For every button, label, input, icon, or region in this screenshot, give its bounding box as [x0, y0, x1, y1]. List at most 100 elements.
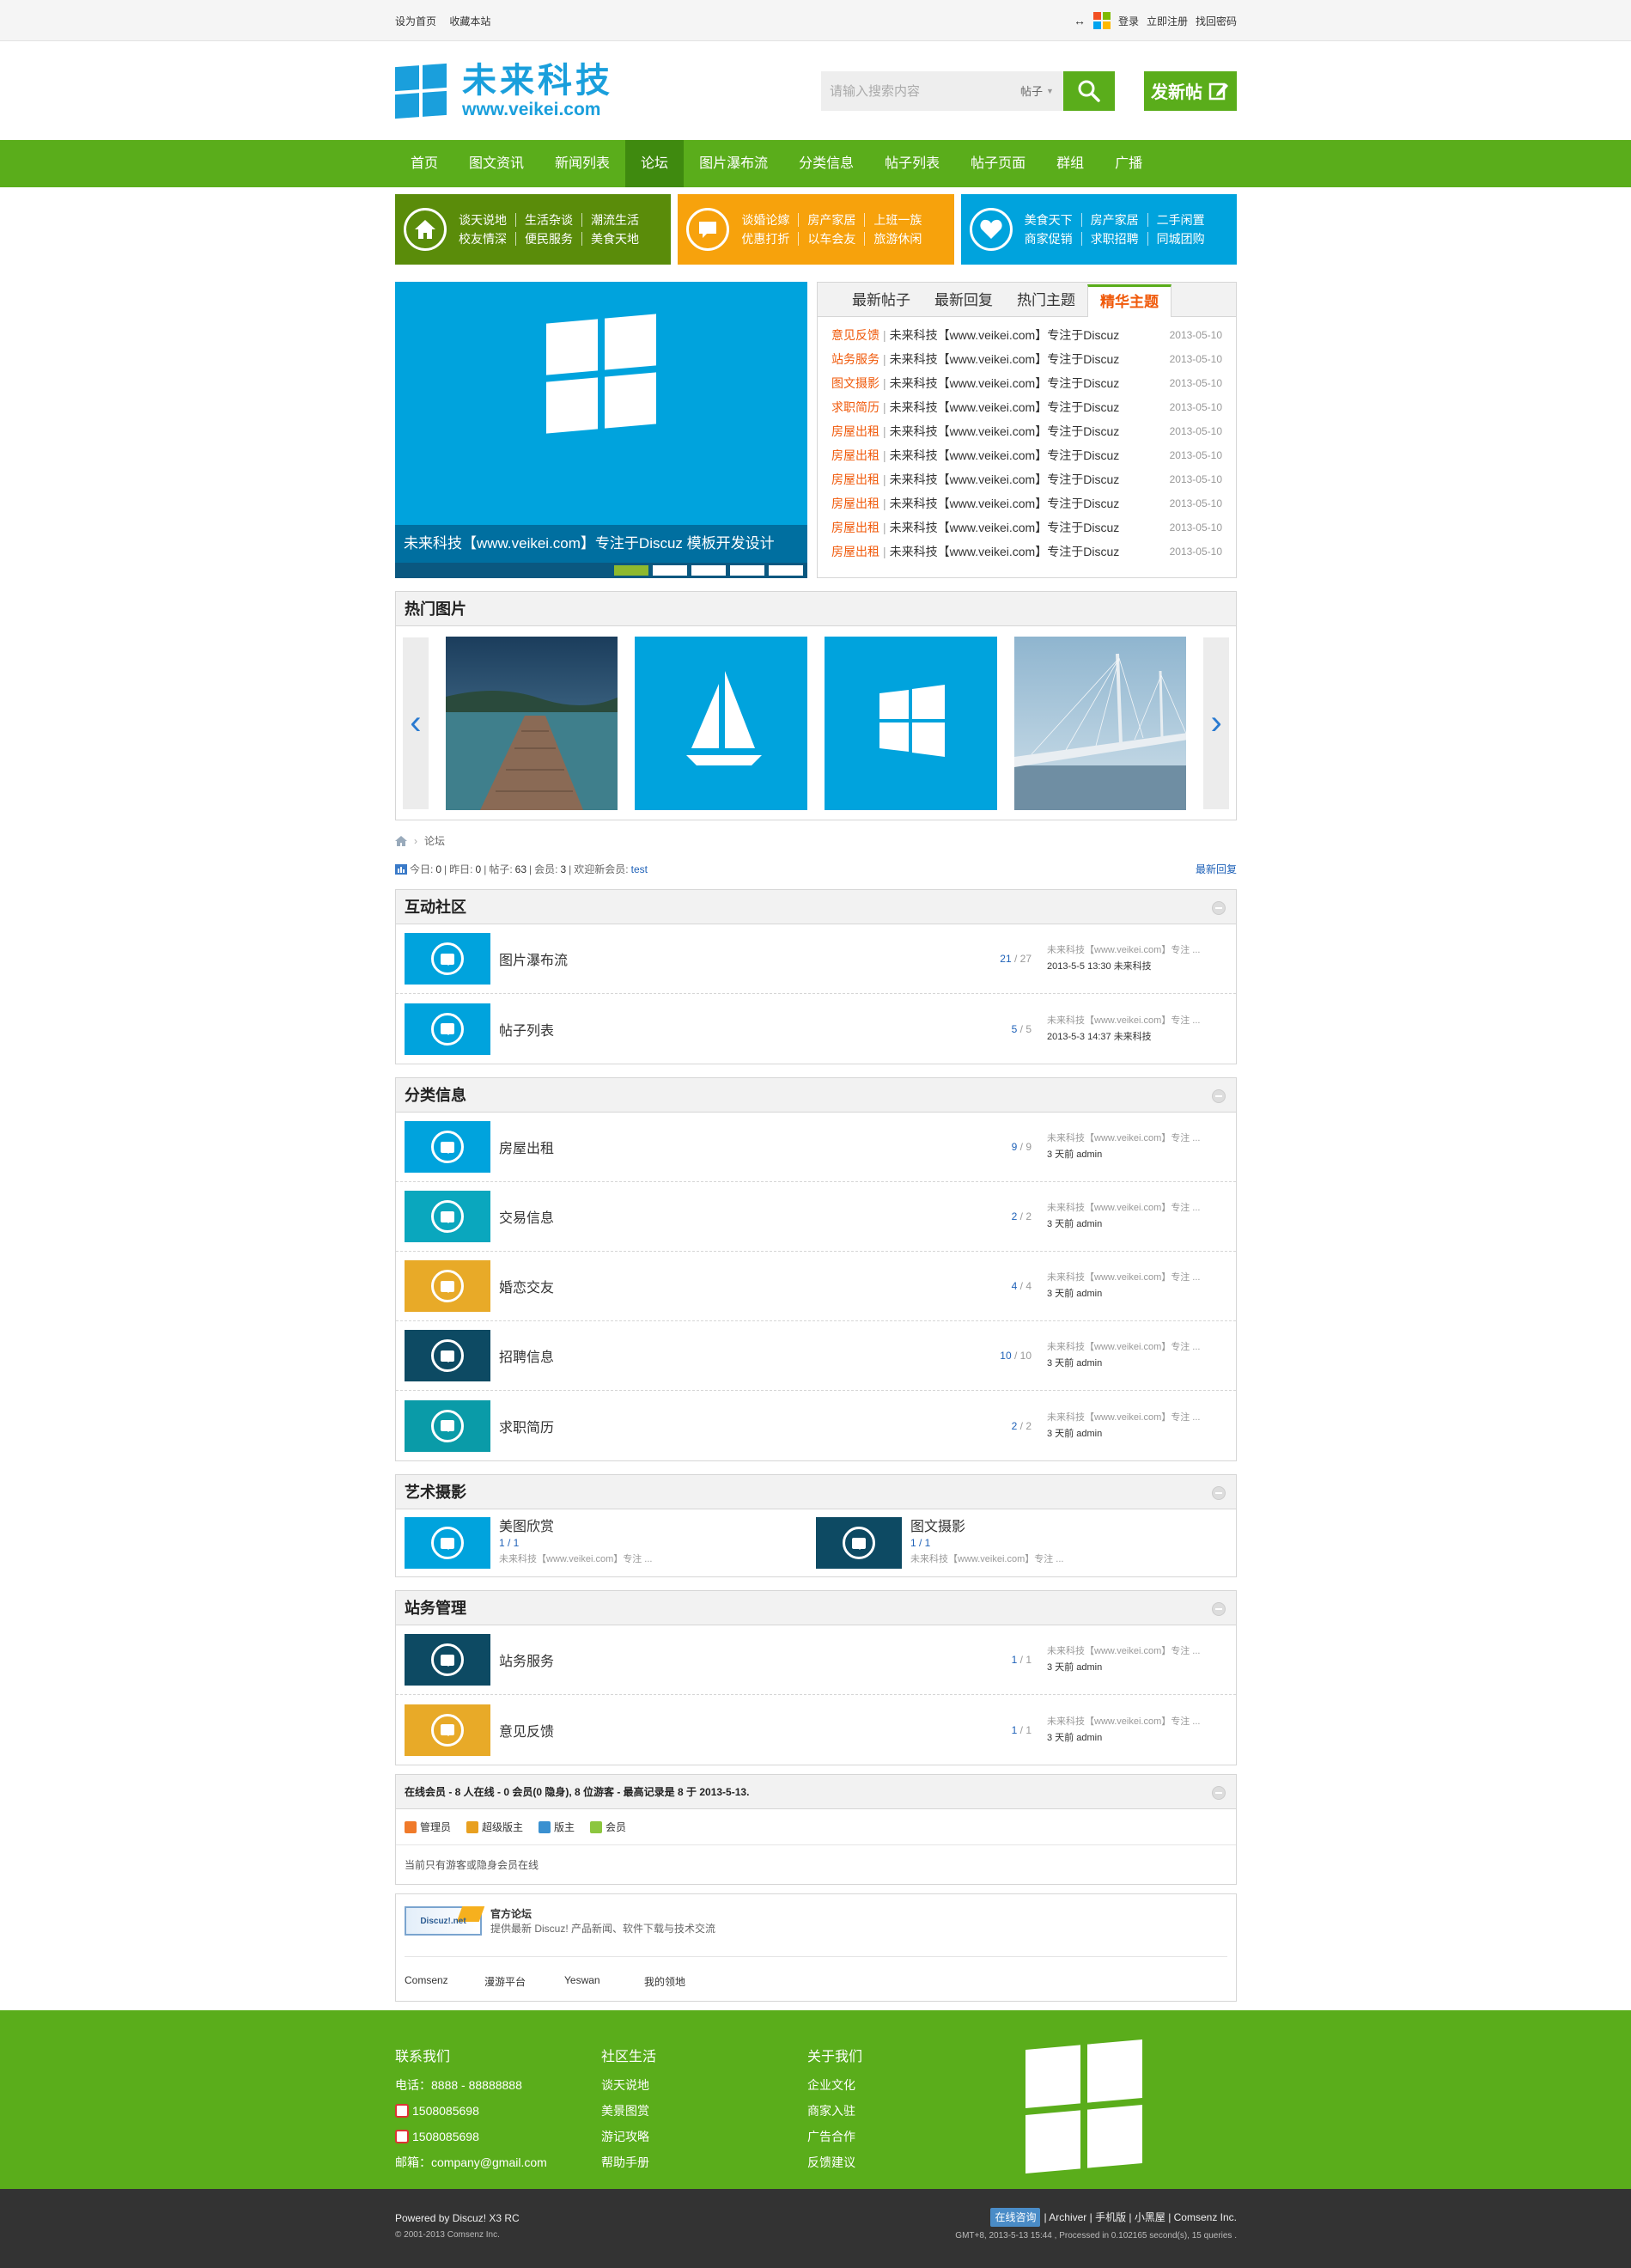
forum-row[interactable]: 站务服务 1 / 1 未来科技【www.veikei.com】专注 ... 3 天前 … — [396, 1625, 1236, 1695]
qq-icon[interactable] — [395, 2104, 409, 2118]
footer-link[interactable]: 企业文化 — [807, 2072, 862, 2098]
friend-link[interactable]: 漫游平台 — [484, 1974, 564, 1989]
footer-link[interactable]: 谈天说地 — [601, 2072, 656, 2098]
hot-picture-sailboat[interactable] — [635, 636, 808, 810]
forum-row[interactable]: 婚恋交友 4 / 4 未来科技【www.veikei.com】专注 ... 3 天前 … — [396, 1252, 1236, 1321]
thread-title[interactable]: 未来科技【www.veikei.com】专注于Discuz — [890, 326, 1170, 344]
forum-icon[interactable] — [405, 1330, 490, 1381]
quick-link[interactable]: 房产家居 — [1080, 213, 1147, 227]
forum-name[interactable]: 图文摄影 — [910, 1519, 1063, 1535]
thread-category[interactable]: 房屋出租 — [831, 495, 879, 512]
qq-icon[interactable] — [395, 2130, 409, 2143]
forum-row[interactable]: 图片瀑布流 21 / 27 未来科技【www.veikei.com】专注 ... 20… — [396, 924, 1236, 994]
powered-by[interactable]: Powered by Discuz! X3 RC — [395, 2210, 520, 2227]
forum-row[interactable]: 招聘信息 10 / 10 未来科技【www.veikei.com】专注 ... 3 天… — [396, 1321, 1236, 1391]
thread-category[interactable]: 房屋出租 — [831, 543, 879, 560]
thread-category[interactable]: 房屋出租 — [831, 447, 879, 464]
find-password-link[interactable]: 找回密码 — [1196, 14, 1237, 28]
official-forum-title[interactable]: 官方论坛 — [490, 1906, 715, 1921]
friend-link[interactable]: 我的领地 — [644, 1974, 724, 1989]
forum-last-post[interactable]: 未来科技【www.veikei.com】专注 ... 3 天前 admin — [1047, 1714, 1227, 1747]
footer-link[interactable]: 美景图赏 — [601, 2098, 656, 2124]
search-input[interactable]: 请输入搜索内容 — [821, 70, 1015, 111]
thread-list-item[interactable]: 房屋出租 | 未来科技【www.veikei.com】专注于Discuz 2013-0… — [831, 443, 1222, 467]
forum-name[interactable]: 帖子列表 — [499, 1019, 954, 1040]
thread-category[interactable]: 意见反馈 — [831, 326, 879, 344]
section-title[interactable]: 互动社区 — [396, 890, 1236, 924]
slider-dot[interactable] — [730, 565, 764, 576]
bottom-links[interactable]: | Archiver | 手机版 | 小黑屋 | Comsenz Inc. — [1044, 2211, 1237, 2223]
thread-list-item[interactable]: 房屋出租 | 未来科技【www.veikei.com】专注于Discuz 2013-0… — [831, 491, 1222, 515]
forum-last-post[interactable]: 未来科技【www.veikei.com】专注 ... — [499, 1552, 652, 1568]
slider-dot[interactable] — [614, 565, 648, 576]
thread-category[interactable]: 房屋出租 — [831, 471, 879, 488]
footer-link[interactable]: 帮助手册 — [601, 2149, 656, 2175]
friend-link[interactable]: Yeswan — [564, 1974, 644, 1989]
section-title[interactable]: 艺术摄影 — [396, 1475, 1236, 1509]
quick-link[interactable]: 便民服务 — [515, 232, 581, 246]
section-title[interactable]: 分类信息 — [396, 1078, 1236, 1113]
thread-title[interactable]: 未来科技【www.veikei.com】专注于Discuz — [890, 543, 1170, 560]
next-arrow-button[interactable]: › — [1203, 637, 1230, 809]
tab-featured[interactable]: 精华主题 — [1087, 284, 1172, 317]
thread-title[interactable]: 未来科技【www.veikei.com】专注于Discuz — [890, 495, 1170, 512]
forum-icon[interactable] — [405, 1121, 490, 1173]
forum-last-post[interactable]: 未来科技【www.veikei.com】专注 ... 2013-5-3 14:37… — [1047, 1013, 1227, 1046]
friend-link[interactable]: Comsenz — [405, 1974, 484, 1989]
footer-link[interactable]: 游记攻略 — [601, 2124, 656, 2149]
forum-icon[interactable] — [405, 933, 490, 985]
forum-last-post[interactable]: 未来科技【www.veikei.com】专注 ... 3 天前 admin — [1047, 1131, 1227, 1163]
footer-qq[interactable]: 1508085698 — [412, 2124, 479, 2149]
forum-cell[interactable]: 图文摄影 1 / 1 未来科技【www.veikei.com】专注 ... — [816, 1516, 1227, 1570]
thread-title[interactable]: 未来科技【www.veikei.com】专注于Discuz — [890, 519, 1170, 536]
home-icon[interactable] — [395, 835, 407, 846]
thread-list-item[interactable]: 意见反馈 | 未来科技【www.veikei.com】专注于Discuz 2013-0… — [831, 323, 1222, 347]
quick-link[interactable]: 校友情深 — [459, 232, 515, 246]
nav-broadcast[interactable]: 广播 — [1099, 140, 1158, 187]
tab-latest-posts[interactable]: 最新帖子 — [840, 285, 922, 316]
online-consult-button[interactable]: 在线咨询 — [990, 2208, 1041, 2227]
forum-name[interactable]: 图片瀑布流 — [499, 948, 954, 969]
bookmark-link[interactable]: 收藏本站 — [449, 15, 490, 27]
register-link[interactable]: 立即注册 — [1147, 14, 1188, 28]
tab-hot-topics[interactable]: 热门主题 — [1005, 285, 1087, 316]
nav-news-images[interactable]: 图文资讯 — [453, 140, 539, 187]
forum-name[interactable]: 房屋出租 — [499, 1137, 954, 1157]
quick-link[interactable]: 美食天下 — [1025, 213, 1081, 227]
collapse-icon[interactable] — [1212, 1602, 1226, 1616]
thread-title[interactable]: 未来科技【www.veikei.com】专注于Discuz — [890, 399, 1170, 416]
forum-row[interactable]: 交易信息 2 / 2 未来科技【www.veikei.com】专注 ... 3 天前 … — [396, 1182, 1236, 1252]
forum-icon[interactable] — [405, 1634, 490, 1686]
quick-link[interactable]: 以车会友 — [798, 232, 864, 246]
slider-caption[interactable]: 未来科技【www.veikei.com】专注于Discuz 模板开发设计 — [395, 525, 807, 563]
nav-forum[interactable]: 论坛 — [625, 140, 685, 187]
site-logo[interactable]: 未来科技 www.veikei.com — [395, 62, 613, 120]
thread-category[interactable]: 房屋出租 — [831, 519, 879, 536]
quick-link[interactable]: 二手闲置 — [1147, 213, 1214, 227]
forum-icon[interactable] — [405, 1003, 490, 1055]
collapse-icon[interactable] — [1212, 1089, 1226, 1103]
quick-link[interactable]: 商家促销 — [1025, 232, 1081, 246]
thread-list-item[interactable]: 站务服务 | 未来科技【www.veikei.com】专注于Discuz 2013-0… — [831, 347, 1222, 371]
collapse-icon[interactable] — [1212, 1786, 1226, 1800]
new-post-button[interactable]: 发新帖 — [1144, 70, 1237, 111]
footer-qq[interactable]: 1508085698 — [412, 2098, 479, 2124]
forum-icon[interactable] — [405, 1704, 490, 1756]
footer-link[interactable]: 反馈建议 — [807, 2149, 862, 2175]
hot-picture-pier[interactable] — [445, 636, 618, 810]
thread-list-item[interactable]: 房屋出租 | 未来科技【www.veikei.com】专注于Discuz 2013-0… — [831, 540, 1222, 564]
slider-dot[interactable] — [769, 565, 803, 576]
login-link[interactable]: 登录 — [1118, 14, 1139, 28]
set-homepage-link[interactable]: 设为首页 — [395, 15, 436, 27]
forum-last-post[interactable]: 未来科技【www.veikei.com】专注 ... 3 天前 admin — [1047, 1410, 1227, 1442]
latest-reply-link[interactable]: 最新回复 — [1196, 862, 1237, 876]
quick-link[interactable]: 同城团购 — [1147, 232, 1214, 246]
footer-link[interactable]: 广告合作 — [807, 2124, 862, 2149]
forum-last-post[interactable]: 未来科技【www.veikei.com】专注 ... 3 天前 admin — [1047, 1270, 1227, 1302]
breadcrumb-current[interactable]: 论坛 — [424, 833, 445, 848]
prev-arrow-button[interactable]: ‹ — [403, 637, 429, 809]
quick-link[interactable]: 房产家居 — [798, 213, 864, 227]
forum-name[interactable]: 交易信息 — [499, 1206, 954, 1227]
forum-name[interactable]: 招聘信息 — [499, 1345, 954, 1366]
forum-last-post[interactable]: 未来科技【www.veikei.com】专注 ... — [910, 1552, 1063, 1568]
